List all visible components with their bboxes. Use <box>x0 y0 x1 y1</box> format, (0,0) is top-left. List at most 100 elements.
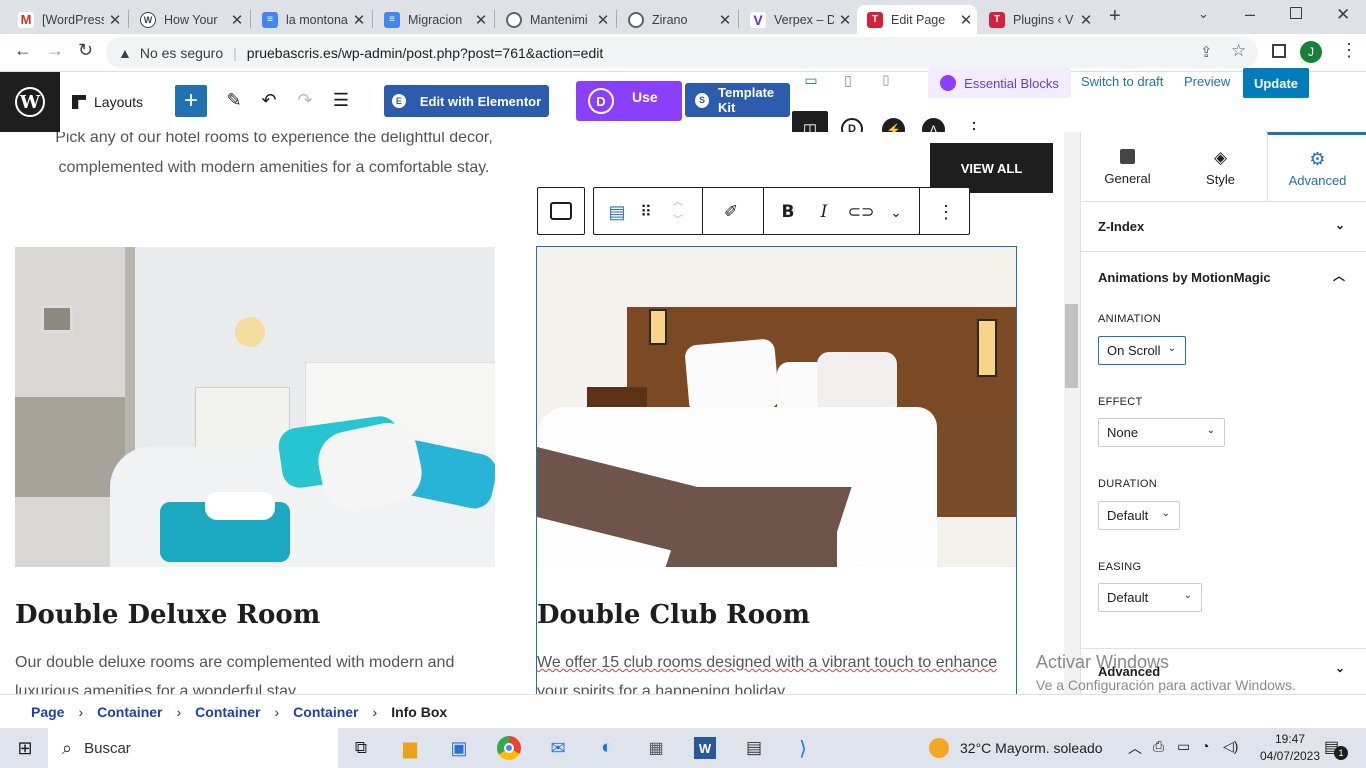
canvas-scroll-track[interactable] <box>1064 132 1080 694</box>
room-description[interactable]: We offer 15 club rooms designed with a v… <box>537 648 1007 694</box>
edge-icon[interactable]: ◐ <box>592 734 622 762</box>
switch-to-draft-link[interactable]: Switch to draft <box>1081 72 1163 90</box>
template-kit-button[interactable]: S Template Kit <box>685 83 790 117</box>
move-down-icon[interactable]: ﹀ <box>668 210 688 226</box>
close-tab-icon[interactable]: ✕ <box>834 11 856 29</box>
side-panel-icon[interactable] <box>1272 44 1286 58</box>
wordpress-logo-button[interactable]: W <box>0 72 60 132</box>
url-text[interactable]: pruebascris.es/wp-admin/post.php?post=76… <box>247 45 603 61</box>
wifi-icon[interactable]: ◔ <box>1201 738 1209 754</box>
more-formatting-chevron-icon[interactable]: ⌄ <box>884 200 908 224</box>
tab-search-icon[interactable]: ⌄ <box>1198 6 1209 22</box>
view-all-button[interactable]: VIEW ALL <box>930 143 1053 193</box>
close-tab-icon[interactable]: ✕ <box>955 11 977 29</box>
double-deluxe-room-image[interactable] <box>15 247 495 567</box>
zindex-panel-toggle[interactable]: Z-Index ⌄ <box>1081 202 1366 252</box>
bold-icon[interactable]: B <box>776 200 800 224</box>
drag-handle-icon[interactable]: ⠿ <box>638 200 654 224</box>
word-icon[interactable]: W <box>690 734 720 762</box>
move-up-icon[interactable]: ︿ <box>668 192 688 208</box>
mobile-preview-icon[interactable]: ▯ <box>876 70 896 90</box>
room-title[interactable]: Double Deluxe Room <box>15 600 320 630</box>
desktop-preview-icon[interactable]: ▭ <box>801 70 821 90</box>
block-options-icon[interactable]: ⋮ <box>934 200 958 224</box>
breadcrumb-item[interactable]: Page <box>31 704 64 720</box>
close-tab-icon[interactable]: ✕ <box>1075 11 1097 29</box>
tab-advanced[interactable]: ⚙ Advanced <box>1267 132 1366 202</box>
room-title[interactable]: Double Club Room <box>537 600 810 630</box>
info-box-block-icon[interactable]: ▤ <box>604 200 630 224</box>
chrome-icon[interactable] <box>494 734 524 762</box>
breadcrumb-item[interactable]: Container <box>97 704 162 720</box>
close-tab-icon[interactable]: ✕ <box>226 11 248 29</box>
browser-tab[interactable]: ≡ la montona ✕ <box>252 5 370 34</box>
app-icon[interactable]: ▦ <box>641 734 671 762</box>
edit-with-elementor-button[interactable]: E Edit with Elementor <box>384 85 549 117</box>
add-block-button[interactable]: + <box>175 85 207 117</box>
use-divi-button[interactable]: D Use <box>576 81 682 121</box>
close-tab-icon[interactable]: ✕ <box>470 11 492 29</box>
preview-link[interactable]: Preview <box>1184 72 1230 90</box>
bookmark-star-icon[interactable]: ☆ <box>1231 41 1246 61</box>
eyedropper-icon[interactable]: ✐ <box>718 200 744 224</box>
forward-icon[interactable]: → <box>46 40 64 61</box>
maximize-icon[interactable] <box>1290 7 1302 19</box>
duration-select[interactable]: Default ⌄ <box>1098 501 1180 530</box>
browser-tab[interactable]: ≡ Migracion ✕ <box>374 5 492 34</box>
effect-select[interactable]: None ⌄ <box>1098 418 1225 447</box>
vscode-icon[interactable]: ⟩ <box>788 734 818 762</box>
omnibox[interactable]: ▲ No es seguro | pruebascris.es/wp-admin… <box>106 37 1258 68</box>
tray-app-icon[interactable]: ⎙ <box>1153 738 1164 755</box>
mail-icon[interactable]: ✉ <box>543 734 573 762</box>
back-icon[interactable]: ← <box>14 40 32 61</box>
store-icon[interactable]: ▣ <box>444 734 474 762</box>
close-tab-icon[interactable]: ✕ <box>104 11 126 29</box>
tablet-preview-icon[interactable]: ▯ <box>838 70 858 90</box>
weather-text[interactable]: 32°C Mayorm. soleado <box>960 740 1103 756</box>
volume-icon[interactable]: ◁) <box>1223 738 1238 755</box>
close-tab-icon[interactable]: ✕ <box>592 11 614 29</box>
close-tab-icon[interactable]: ✕ <box>348 11 370 29</box>
essential-blocks-button[interactable]: Essential Blocks <box>928 68 1071 98</box>
share-icon[interactable]: ⇪ <box>1200 43 1213 61</box>
browser-tab[interactable]: V Verpex – D ✕ <box>740 5 856 34</box>
browser-tab[interactable]: M [WordPress] ✕ <box>8 5 126 34</box>
close-window-icon[interactable]: ✕ <box>1336 5 1350 25</box>
close-tab-icon[interactable]: ✕ <box>714 11 736 29</box>
browser-menu-icon[interactable]: ⋮ <box>1340 40 1358 61</box>
minimize-icon[interactable]: – <box>1245 4 1255 25</box>
windows-start-icon[interactable]: ⊞ <box>10 734 40 762</box>
breadcrumb-item[interactable]: Container <box>195 704 260 720</box>
battery-icon[interactable]: ▭ <box>1177 738 1190 755</box>
italic-icon[interactable]: I <box>812 200 836 224</box>
browser-tab[interactable]: W How Your ✕ <box>130 5 248 34</box>
update-button[interactable]: Update <box>1243 68 1309 98</box>
security-label[interactable]: No es seguro <box>140 45 223 61</box>
double-club-room-image[interactable] <box>537 247 1016 567</box>
tab-general[interactable]: General <box>1081 132 1174 202</box>
edit-pencil-icon[interactable]: ✎ <box>222 88 246 112</box>
profile-avatar[interactable]: J <box>1300 41 1322 63</box>
network-app-icon[interactable]: ▤ <box>739 734 769 762</box>
breadcrumb-item[interactable]: Container <box>293 704 358 720</box>
browser-tab[interactable]: Mantenimi ✕ <box>496 5 614 34</box>
tray-chevron-icon[interactable]: ︿ <box>1128 738 1142 758</box>
undo-icon[interactable]: ↶ <box>257 88 281 112</box>
room-description[interactable]: Our double deluxe rooms are complemented… <box>15 648 495 694</box>
task-view-icon[interactable]: ⧉ <box>346 734 376 762</box>
easing-select[interactable]: Default ⌄ <box>1098 583 1202 612</box>
intro-text[interactable]: Pick any of our hotel rooms to experienc… <box>34 132 514 183</box>
parent-block-selector[interactable] <box>537 187 585 235</box>
browser-tab-active[interactable]: T Edit Page ✕ <box>857 5 977 34</box>
taskbar-search-box[interactable]: ⌕ Buscar <box>48 728 338 768</box>
browser-tab[interactable]: T Plugins ‹ V ✕ <box>979 5 1097 34</box>
redo-icon[interactable]: ↷ <box>293 88 317 112</box>
new-tab-icon[interactable]: + <box>1109 5 1121 28</box>
file-explorer-icon[interactable]: ▆ <box>395 734 425 762</box>
tab-style[interactable]: ◈ Style <box>1174 132 1267 202</box>
breadcrumb-item-current[interactable]: Info Box <box>391 704 447 720</box>
animation-select[interactable]: On Scroll ⌄ <box>1098 336 1186 365</box>
list-view-icon[interactable]: ☰ <box>329 88 353 112</box>
clock-time[interactable]: 19:47 <box>1262 732 1318 746</box>
layouts-button[interactable]: Layouts <box>72 90 143 114</box>
